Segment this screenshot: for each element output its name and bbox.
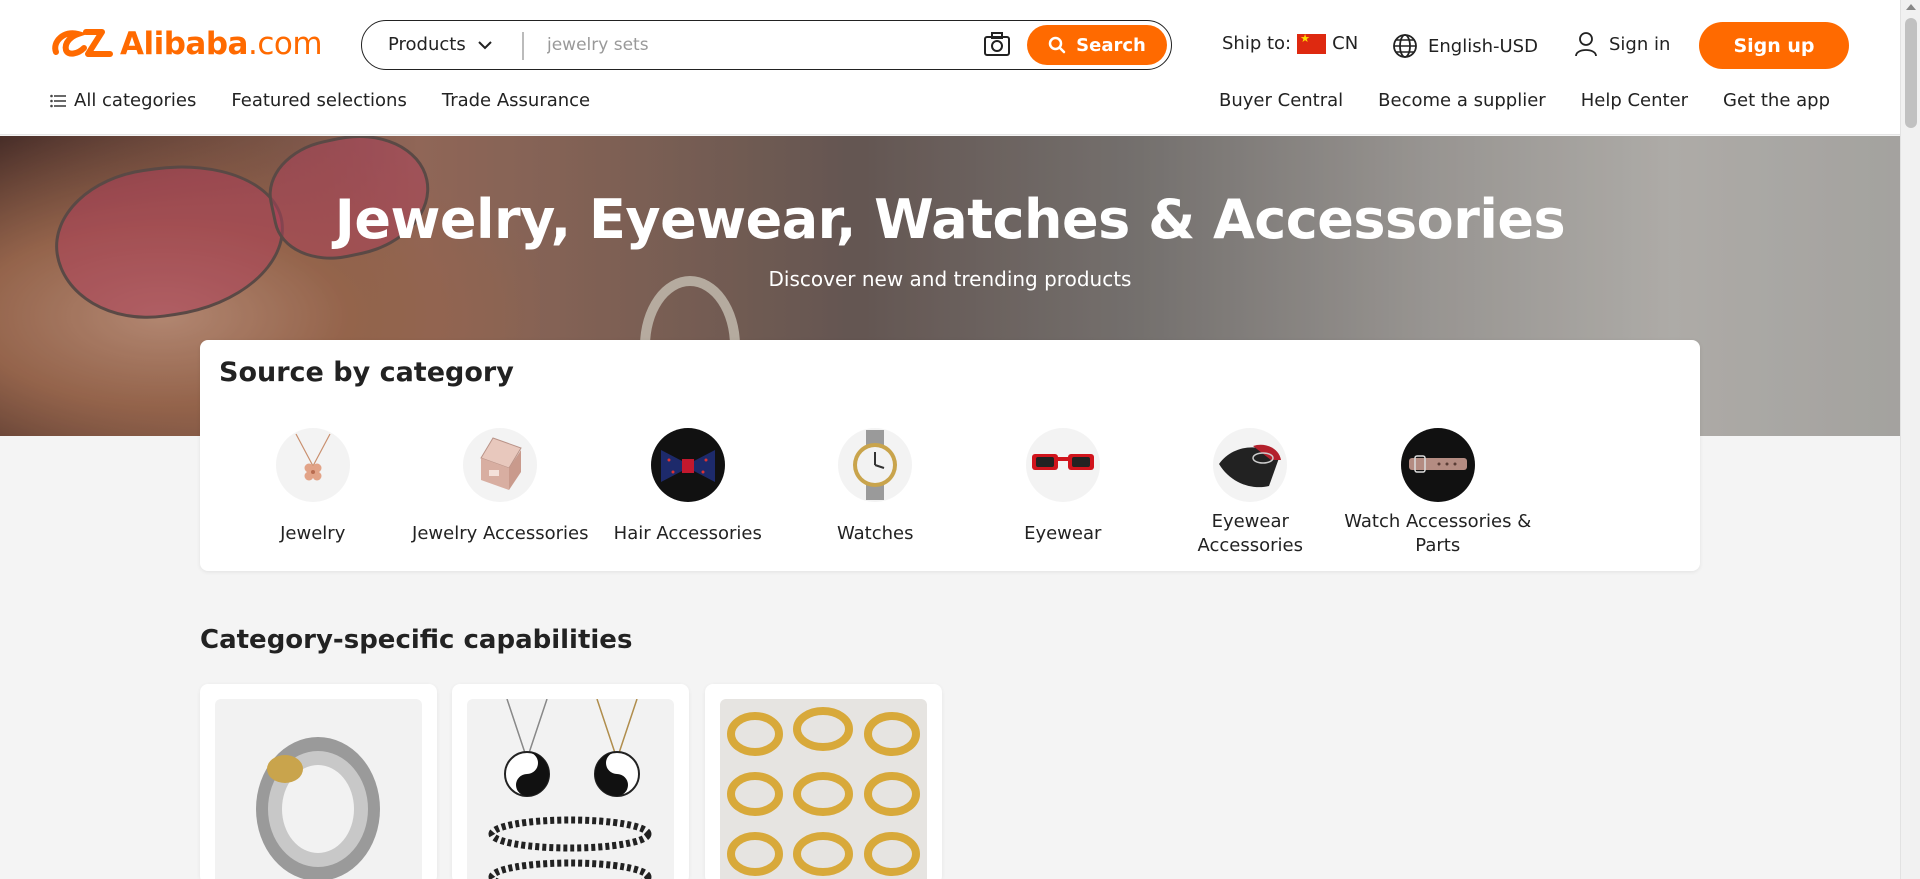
- globe-icon: [1393, 34, 1417, 58]
- gold-rings-image: [720, 699, 927, 879]
- category-label: Jewelry: [280, 523, 346, 544]
- logo-wordmark-suffix: .com: [247, 26, 323, 62]
- jewelry-accessories-thumbnail: [463, 428, 538, 502]
- category-list: Jewelry Jewelry Accessories Hair Accesso…: [219, 428, 1532, 558]
- search-bar: Products Search: [361, 20, 1172, 70]
- nav-get-the-app[interactable]: Get the app: [1723, 90, 1830, 111]
- category-eyewear[interactable]: Eyewear: [969, 428, 1157, 558]
- category-watches[interactable]: Watches: [782, 428, 970, 558]
- category-eyewear-accessories[interactable]: Eyewear Accessories: [1157, 428, 1345, 558]
- alibaba-logo-icon: [52, 29, 113, 57]
- sign-in-link[interactable]: Sign in: [1573, 31, 1670, 57]
- search-type-dropdown[interactable]: Products: [388, 21, 494, 68]
- category-watch-accessories-parts[interactable]: Watch Accessories & Parts: [1344, 428, 1532, 558]
- category-label: Eyewear: [1024, 523, 1102, 544]
- bow-tie-icon: [660, 450, 715, 482]
- eyewear-thumbnail: [1025, 428, 1100, 502]
- search-divider: [522, 32, 524, 60]
- chevron-down-icon: [478, 40, 492, 49]
- sign-in-label: Sign in: [1609, 33, 1671, 55]
- site-header: Alibaba.com Products Search Ship to: CN …: [0, 0, 1900, 135]
- category-hair-accessories[interactable]: Hair Accessories: [594, 428, 782, 558]
- jewelry-box-icon: [480, 437, 522, 490]
- ship-to-selector[interactable]: Ship to: CN: [1222, 32, 1359, 55]
- capabilities-title: Category-specific capabilities: [200, 625, 633, 655]
- capability-card[interactable]: [200, 684, 437, 879]
- alibaba-logo[interactable]: Alibaba.com: [50, 24, 323, 64]
- capability-card[interactable]: [452, 684, 689, 879]
- glasses-case-icon: [1219, 444, 1282, 488]
- silver-ring-icon: [256, 737, 380, 879]
- ship-to-label: Ship to:: [1222, 33, 1292, 54]
- nav-trade-assurance[interactable]: Trade Assurance: [442, 90, 590, 111]
- nav-become-supplier[interactable]: Become a supplier: [1378, 90, 1546, 111]
- necklace-icon: [295, 433, 331, 481]
- language-currency-selector[interactable]: English-USD: [1392, 33, 1538, 59]
- nav-buyer-central[interactable]: Buyer Central: [1219, 90, 1343, 111]
- gold-rings-icon: [727, 707, 920, 876]
- nav-featured-selections[interactable]: Featured selections: [231, 90, 406, 111]
- camera-icon[interactable]: [983, 32, 1011, 58]
- category-label: Jewelry Accessories: [412, 523, 589, 544]
- scroll-up-arrow-icon[interactable]: [1906, 4, 1916, 10]
- search-button[interactable]: Search: [1027, 25, 1167, 65]
- category-jewelry[interactable]: Jewelry: [219, 428, 407, 558]
- banner-subtitle: Discover new and trending products: [768, 267, 1132, 291]
- secondary-nav: Buyer Central Become a supplier Help Cen…: [1219, 90, 1830, 111]
- nav-all-categories-label: All categories: [74, 90, 197, 111]
- sunglasses-icon: [1031, 454, 1094, 470]
- scrollbar-thumb[interactable]: [1905, 18, 1917, 128]
- watch-icon: [853, 430, 898, 500]
- yin-yang-necklace-image: [467, 699, 674, 879]
- search-button-label: Search: [1076, 34, 1146, 56]
- category-label: Hair Accessories: [613, 523, 762, 544]
- category-label: Watches: [837, 523, 914, 544]
- yin-yang-pendant-icon: [488, 699, 652, 879]
- watch-strap-icon: [1408, 455, 1467, 473]
- search-type-label: Products: [388, 34, 466, 55]
- logo-wordmark-name: Alibaba: [120, 26, 248, 62]
- nav-all-categories[interactable]: All categories: [50, 90, 196, 111]
- watch-accessories-thumbnail: [1400, 428, 1475, 502]
- nav-help-center[interactable]: Help Center: [1581, 90, 1688, 111]
- search-icon: [1048, 36, 1066, 54]
- language-currency-label: English-USD: [1428, 35, 1538, 57]
- watches-thumbnail: [838, 428, 913, 502]
- capability-card[interactable]: [705, 684, 942, 879]
- logo-wordmark: Alibaba.com: [120, 26, 323, 62]
- jewelry-thumbnail: [275, 428, 350, 502]
- hair-accessories-thumbnail: [650, 428, 725, 502]
- category-jewelry-accessories[interactable]: Jewelry Accessories: [407, 428, 595, 558]
- sign-up-button[interactable]: Sign up: [1699, 22, 1849, 69]
- ring-product-image: [215, 699, 422, 879]
- user-icon: [1575, 32, 1597, 57]
- source-by-category-card: Source by category Jewelry Jewelry Acces…: [200, 340, 1700, 571]
- menu-icon: [50, 94, 66, 107]
- source-by-category-title: Source by category: [219, 357, 514, 388]
- page-scrollbar[interactable]: [1900, 0, 1920, 879]
- eyewear-accessories-thumbnail: [1213, 428, 1288, 502]
- category-label: Watch Accessories & Parts: [1344, 511, 1532, 556]
- category-label: Eyewear Accessories: [1197, 511, 1304, 556]
- search-input[interactable]: [547, 29, 967, 61]
- china-flag-icon: [1297, 32, 1327, 54]
- banner-title: Jewelry, Eyewear, Watches & Accessories: [334, 188, 1566, 251]
- primary-nav: All categories Featured selections Trade…: [50, 90, 590, 111]
- ship-to-country: CN: [1332, 33, 1359, 54]
